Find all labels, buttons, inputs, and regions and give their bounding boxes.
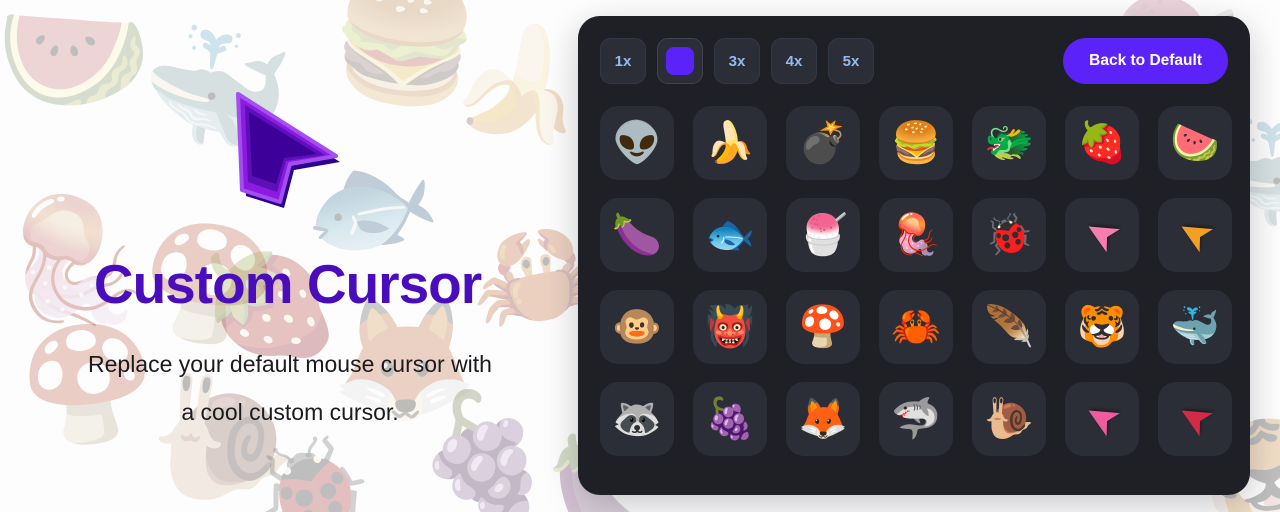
page-subtitle-line-2: a cool custom cursor. xyxy=(181,399,399,425)
ladybug-icon: 🐞 xyxy=(984,213,1034,257)
cursor-arrow-purple-icon xyxy=(228,78,358,218)
cursor-tile-whale[interactable]: 🐳 xyxy=(1158,290,1232,364)
cursor-tile-dragon-face[interactable]: 🐲 xyxy=(972,106,1046,180)
alien-icon: 👽 xyxy=(612,121,662,165)
feather-icon: 🪶 xyxy=(984,305,1034,349)
cursor-tile-bomb[interactable]: 💣 xyxy=(786,106,860,180)
fig-icon: 🍆 xyxy=(612,213,662,257)
scale-button-4x[interactable]: 4x xyxy=(771,38,817,84)
cursor-picker-panel: 1x 3x 4x 5x Back to Default 👽 🍌 💣 🍔 🐲 🍓 🍉 🍆 🐟 🍧 🪼 🐞 ➤ ➤ 🐵 👹… xyxy=(578,16,1250,495)
cursor-tile-jellyfish[interactable]: 🪼 xyxy=(879,198,953,272)
cursor-tile-raspberry[interactable]: 🍇 xyxy=(693,382,767,456)
cursor-tile-watermelon-cursor[interactable]: ➤ xyxy=(1158,382,1232,456)
page-title: Custom Cursor xyxy=(93,253,482,315)
cursor-tile-crab[interactable]: 🦀 xyxy=(879,290,953,364)
cursor-tile-raccoon[interactable]: 🦝 xyxy=(600,382,674,456)
cursor-tile-fish[interactable]: 🐟 xyxy=(693,198,767,272)
scale-button-5x[interactable]: 5x xyxy=(828,38,874,84)
cursor-tile-tiki-mask[interactable]: 👹 xyxy=(693,290,767,364)
snail-icon: 🐌 xyxy=(984,397,1034,441)
cursor-tile-strawberry[interactable]: 🍓 xyxy=(1065,106,1139,180)
hero-section: Custom Cursor Replace your default mouse… xyxy=(0,0,575,512)
cursor-tile-banana[interactable]: 🍌 xyxy=(693,106,767,180)
cursor-tile-feather[interactable]: 🪶 xyxy=(972,290,1046,364)
watermelon-slice-icon: 🍉 xyxy=(1170,121,1220,165)
cursor-tile-alien[interactable]: 👽 xyxy=(600,106,674,180)
raspberry-icon: 🍇 xyxy=(705,397,755,441)
selected-scale-swatch xyxy=(666,47,694,75)
ice-cream-bar-icon: 🍧 xyxy=(798,213,848,257)
back-to-default-button[interactable]: Back to Default xyxy=(1063,38,1228,84)
raccoon-icon: 🦝 xyxy=(612,397,662,441)
page-subtitle-line-1: Replace your default mouse cursor with xyxy=(88,351,492,377)
pink-cursor-icon: ➤ xyxy=(1074,206,1129,265)
page-root: 🍉🐳🪼🍄🍓🍔🐟🦊🐌🍌🦀🍇🍄🐞🍧🐯🐳🍆 Custom Cursor Replace… xyxy=(0,0,1280,512)
orange-cursor-icon: ➤ xyxy=(1167,206,1222,265)
cursor-tile-watermelon-slice[interactable]: 🍉 xyxy=(1158,106,1232,180)
tiger-icon: 🐯 xyxy=(1077,305,1127,349)
crab-icon: 🦀 xyxy=(891,305,941,349)
scale-button-label: 5x xyxy=(842,52,860,70)
strawberry-icon: 🍓 xyxy=(1077,121,1127,165)
cursor-tile-mushroom[interactable]: 🍄 xyxy=(786,290,860,364)
hamburger-icon: 🍔 xyxy=(891,121,941,165)
scale-button-label: 4x xyxy=(785,52,803,70)
scale-button-label: 3x xyxy=(728,52,746,70)
scale-button-label: 1x xyxy=(614,52,632,70)
cursor-tile-lemur[interactable]: 🐵 xyxy=(600,290,674,364)
cursor-tile-rainbow-cursor[interactable]: ➤ xyxy=(1065,382,1139,456)
shark-icon: 🦈 xyxy=(891,397,941,441)
cursor-tile-pink-cursor[interactable]: ➤ xyxy=(1065,198,1139,272)
cursor-tile-ice-cream-bar[interactable]: 🍧 xyxy=(786,198,860,272)
dragon-face-icon: 🐲 xyxy=(984,121,1034,165)
panel-toolbar: 1x 3x 4x 5x Back to Default xyxy=(600,38,1228,84)
whale-icon: 🐳 xyxy=(1170,305,1220,349)
page-subtitle: Replace your default mouse cursor with a… xyxy=(50,340,530,436)
cursor-tile-hamburger[interactable]: 🍔 xyxy=(879,106,953,180)
scale-button-3x[interactable]: 3x xyxy=(714,38,760,84)
cursor-tile-shark[interactable]: 🦈 xyxy=(879,382,953,456)
fish-icon: 🐟 xyxy=(705,213,755,257)
cursor-icon-grid: 👽 🍌 💣 🍔 🐲 🍓 🍉 🍆 🐟 🍧 🪼 🐞 ➤ ➤ 🐵 👹 🍄 🦀 🪶 🐯 🐳 🦝 🍇 🦊 🦈 🐌 ➤ ➤ xyxy=(600,106,1232,456)
cursor-tile-orange-cursor[interactable]: ➤ xyxy=(1158,198,1232,272)
cursor-tile-fig[interactable]: 🍆 xyxy=(600,198,674,272)
tiki-mask-icon: 👹 xyxy=(705,305,755,349)
red-panda-icon: 🦊 xyxy=(798,397,848,441)
banana-icon: 🍌 xyxy=(705,121,755,165)
cursor-tile-red-panda[interactable]: 🦊 xyxy=(786,382,860,456)
bomb-icon: 💣 xyxy=(798,121,848,165)
watermelon-cursor-icon: ➤ xyxy=(1167,390,1222,449)
rainbow-cursor-icon: ➤ xyxy=(1074,390,1129,449)
lemur-icon: 🐵 xyxy=(612,305,662,349)
cursor-tile-tiger[interactable]: 🐯 xyxy=(1065,290,1139,364)
scale-button-2x[interactable] xyxy=(657,38,703,84)
cursor-tile-ladybug[interactable]: 🐞 xyxy=(972,198,1046,272)
jellyfish-icon: 🪼 xyxy=(891,213,941,257)
mushroom-icon: 🍄 xyxy=(798,305,848,349)
cursor-tile-snail[interactable]: 🐌 xyxy=(972,382,1046,456)
scale-button-1x[interactable]: 1x xyxy=(600,38,646,84)
